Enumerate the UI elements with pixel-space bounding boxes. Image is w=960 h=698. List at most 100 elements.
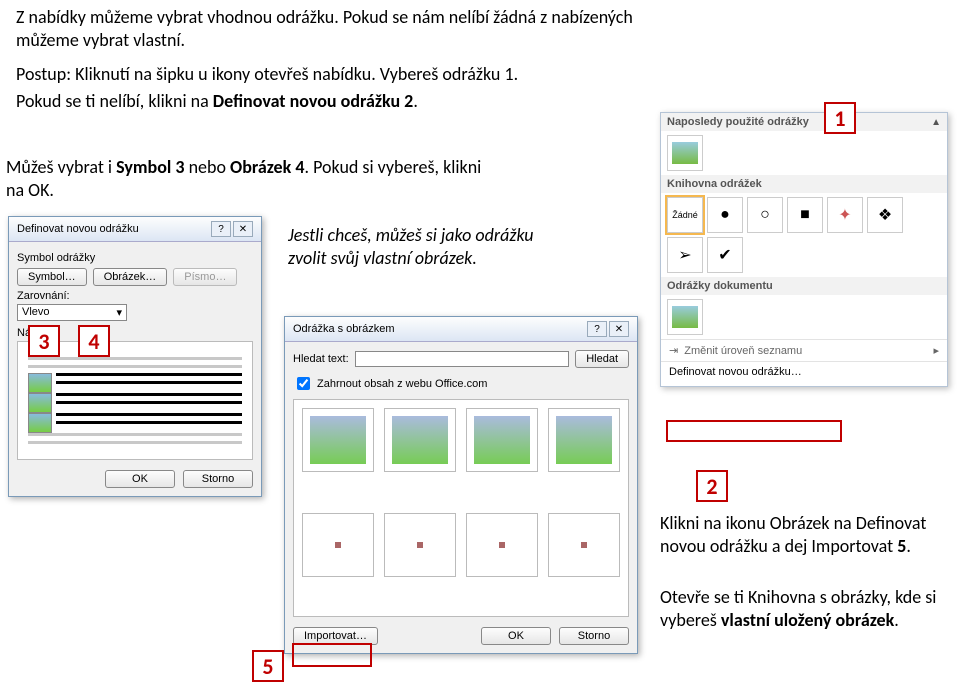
search-row: Hledat text: Hledat xyxy=(293,350,629,368)
office-checkbox-row: Zahrnout obsah z webu Office.com xyxy=(293,374,629,393)
bullet-option[interactable]: ■ xyxy=(787,197,823,233)
chevron-up-icon[interactable]: ▲ xyxy=(931,117,941,128)
thumb-item[interactable] xyxy=(302,408,374,472)
none-label: Žádné xyxy=(672,210,698,220)
include-office-label: Zahrnout obsah z webu Office.com xyxy=(317,378,487,390)
dialog-title-text: Odrážka s obrázkem xyxy=(293,323,394,335)
t: nebo xyxy=(185,156,231,178)
picture-bullet-dialog: Odrážka s obrázkem ? ✕ Hledat text: Hled… xyxy=(284,316,638,654)
dialog-body: Hledat text: Hledat Zahrnout obsah z web… xyxy=(285,342,637,653)
step-b: Pokud se ti nelíbí, klikni na Definovat … xyxy=(16,90,796,113)
bullet-option[interactable]: ● xyxy=(707,197,743,233)
close-icon[interactable]: ✕ xyxy=(609,321,629,337)
include-office-checkbox[interactable] xyxy=(297,377,310,390)
search-label: Hledat text: xyxy=(293,353,349,365)
red-highlight-define xyxy=(666,420,842,442)
change-level-item: ⇥Změnit úroveň seznamu▸ xyxy=(661,339,947,361)
bullet-thumb-icon xyxy=(28,393,52,413)
bullet-option[interactable]: ○ xyxy=(747,197,783,233)
dialog-titlebar: Odrážka s obrázkem ? ✕ xyxy=(285,317,637,342)
font-button: Písmo… xyxy=(173,268,237,286)
dialog-title-text: Definovat novou odrážku xyxy=(17,223,139,235)
align-value: Vlevo xyxy=(22,306,50,319)
thumb-item[interactable] xyxy=(384,408,456,472)
library-row: Žádné ● ○ ■ ✦ ❖ ➢ ✔ xyxy=(661,193,947,277)
bullet-option[interactable]: ✔ xyxy=(707,237,743,273)
t: Pokud se ti nelíbí, klikni na xyxy=(16,90,213,112)
step-a: Postup: Kliknutí na šipku u ikony otevře… xyxy=(16,63,796,86)
red-highlight-import xyxy=(292,643,372,667)
search-button[interactable]: Hledat xyxy=(575,350,629,368)
intro-text: Z nabídky můžeme vybrat vhodnou odrážku.… xyxy=(16,6,633,28)
bullet-thumb-icon xyxy=(28,373,52,393)
panel-header-doc: Odrážky dokumentu xyxy=(661,277,947,295)
dialog-titlebar: Definovat novou odrážku ? ✕ xyxy=(9,217,261,242)
bullet-option[interactable]: ❖ xyxy=(867,197,903,233)
t: vlastní uložený obrázek xyxy=(721,609,894,631)
doc-row xyxy=(661,295,947,339)
dialog-body: Symbol odrážky Symbol… Obrázek… Písmo… Z… xyxy=(9,242,261,496)
thumb-item[interactable] xyxy=(466,513,538,577)
t: Změnit úroveň seznamu xyxy=(684,345,802,357)
bullet-none[interactable]: Žádné xyxy=(667,197,703,233)
cancel-button[interactable]: Storno xyxy=(183,470,253,488)
help-icon[interactable]: ? xyxy=(587,321,607,337)
callout-4: 4 xyxy=(78,325,110,357)
right-instr-2: Otevře se ti Knihovna s obrázky, kde si … xyxy=(660,586,956,633)
bullet-thumb-icon xyxy=(28,413,52,433)
symbol-button-row: Symbol… Obrázek… Písmo… xyxy=(17,268,253,286)
dialog-title-buttons: ? ✕ xyxy=(587,321,629,337)
preview-box xyxy=(17,341,253,460)
symbol-button[interactable]: Symbol… xyxy=(17,268,87,286)
dialog-title-buttons: ? ✕ xyxy=(211,221,253,237)
right-instr-1: Klikni na ikonu Obrázek na Definovat nov… xyxy=(660,512,956,559)
callout-1: 1 xyxy=(824,102,856,134)
thumb-item[interactable] xyxy=(384,513,456,577)
thumbnail-grid[interactable] xyxy=(293,399,629,617)
panel-header-recent: Naposledy použité odrážky ▲ xyxy=(661,113,947,131)
ok-button[interactable]: OK xyxy=(105,470,175,488)
bullet-option[interactable] xyxy=(667,299,703,335)
bullet-library-panel: Naposledy použité odrážky ▲ Knihovna odr… xyxy=(660,112,948,387)
group-symbol-label: Symbol odrážky xyxy=(17,252,253,264)
callout-2: 2 xyxy=(696,470,728,502)
t: Naposledy použité odrážky xyxy=(667,116,809,128)
intro-text: můžeme vybrat vlastní. xyxy=(16,29,185,51)
t: . xyxy=(514,63,519,85)
callout-5: 5 xyxy=(252,650,284,682)
thumb-item[interactable] xyxy=(466,408,538,472)
dialog-footer: OK Storno xyxy=(17,470,253,488)
close-icon[interactable]: ✕ xyxy=(233,221,253,237)
intro-line-1: Z nabídky můžeme vybrat vhodnou odrážku.… xyxy=(16,6,796,53)
t: . xyxy=(894,609,899,631)
thumb-item[interactable] xyxy=(548,408,620,472)
t: Definovat novou odrážku 2 xyxy=(213,90,414,112)
picture-button[interactable]: Obrázek… xyxy=(93,268,168,286)
align-select[interactable]: Vlevo ▾ xyxy=(17,304,127,321)
t: Obrázek 4 xyxy=(230,156,304,178)
panel-header-library: Knihovna odrážek xyxy=(661,175,947,193)
bullet-option[interactable]: ➢ xyxy=(667,237,703,273)
thumb-item[interactable] xyxy=(548,513,620,577)
bullet-option[interactable]: ✦ xyxy=(827,197,863,233)
t: Můžeš vybrat i xyxy=(6,156,116,178)
cancel-button[interactable]: Storno xyxy=(559,627,629,645)
define-new-bullet-item[interactable]: Definovat novou odrážku… xyxy=(661,361,947,382)
thumb-item[interactable] xyxy=(302,513,374,577)
t: Postup: Kliknutí na šipku u ikony otevře… xyxy=(16,63,504,85)
intro-block: Z nabídky můžeme vybrat vhodnou odrážku.… xyxy=(16,6,796,114)
t: Klikni na ikonu Obrázek na Definovat nov… xyxy=(660,512,926,557)
italic-note: Jestli chceš, můžeš si jako odrážku zvol… xyxy=(288,224,538,271)
callout-3: 3 xyxy=(28,325,60,357)
ok-button[interactable]: OK xyxy=(481,627,551,645)
t: . xyxy=(906,535,911,557)
chevron-down-icon: ▾ xyxy=(116,306,122,319)
recent-row xyxy=(661,131,947,175)
t: . xyxy=(413,90,418,112)
bullet-option[interactable] xyxy=(667,135,703,171)
help-icon[interactable]: ? xyxy=(211,221,231,237)
t: 5 xyxy=(897,535,906,557)
t: Symbol 3 xyxy=(116,156,184,178)
align-label: Zarovnání: xyxy=(17,290,253,302)
search-input[interactable] xyxy=(355,351,570,367)
